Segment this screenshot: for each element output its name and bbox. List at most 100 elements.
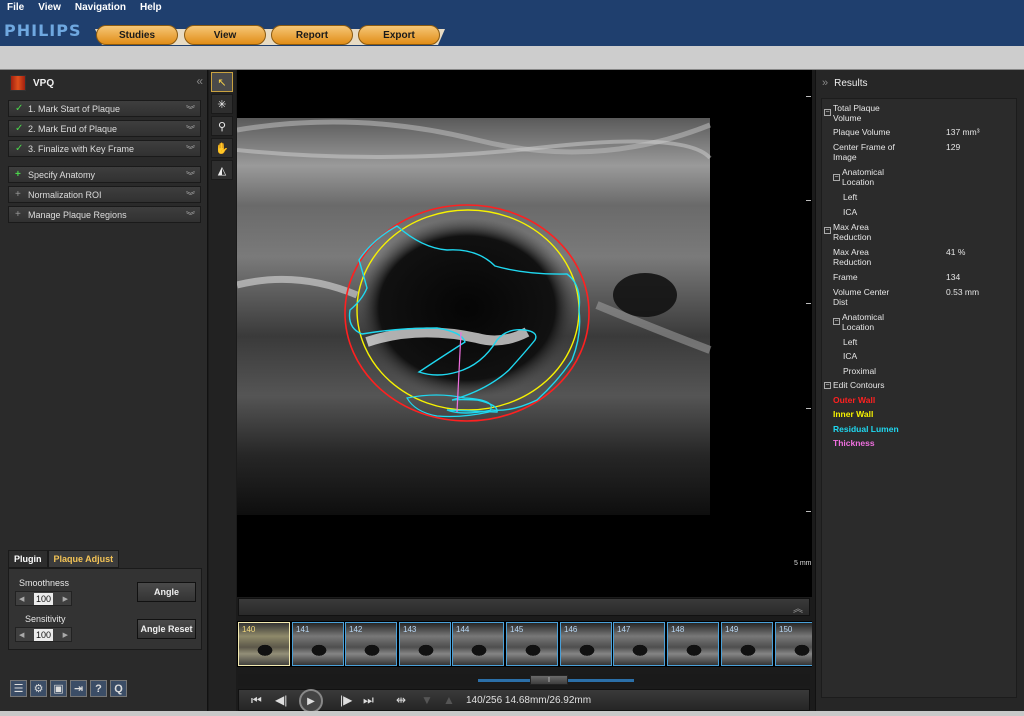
play-button[interactable]: ▶ <box>299 689 323 713</box>
q-icon[interactable]: Q <box>110 680 127 697</box>
exit-icon[interactable]: ⇥ <box>70 680 87 697</box>
plugin-panel: VPQ « ✓ 1. Mark Start of Plaque ︾ ✓ 2. M… <box>0 70 208 716</box>
film-frame-current[interactable]: 140 <box>238 622 290 666</box>
up-arrow-icon[interactable]: ▲ <box>443 693 455 707</box>
film-frame[interactable]: 148 <box>667 622 719 666</box>
first-frame-icon[interactable]: ⏮ <box>251 693 262 708</box>
max-area-value: 41 % <box>946 247 966 257</box>
vein-lumen <box>613 273 677 317</box>
film-frame[interactable]: 146 <box>560 622 612 666</box>
inner-wall-item[interactable]: Inner Wall <box>833 409 873 419</box>
residual-lumen-item[interactable]: Residual Lumen <box>833 424 899 434</box>
prev-frame-icon[interactable]: ◀| <box>275 693 287 707</box>
section-normalization-roi[interactable]: + Normalization ROI ︾ <box>8 186 201 203</box>
gear-icon[interactable]: ⚙ <box>30 680 47 697</box>
frame-number: 144 <box>456 625 470 634</box>
down-arrow-icon[interactable]: ▼ <box>421 693 433 707</box>
playback-controls: ⏮ ◀| ▶ |▶ ⏭ ⇹ ▼ ▲ 140/256 14.68mm/26.92m… <box>238 689 810 713</box>
status-strip <box>0 711 1024 716</box>
plugin-title: VPQ <box>33 77 55 89</box>
film-frame[interactable]: 150 <box>775 622 812 666</box>
step-mark-start[interactable]: ✓ 1. Mark Start of Plaque ︾ <box>8 100 201 117</box>
smoothness-stepper[interactable]: ◀ 100 ▶ <box>15 591 72 606</box>
volume-center-value: 0.53 mm <box>946 287 980 297</box>
increment-icon[interactable]: ▶ <box>63 631 68 639</box>
brand-logo: PHILIPS <box>4 21 82 40</box>
increment-icon[interactable]: ▶ <box>63 595 68 603</box>
ultrasound-image[interactable] <box>236 70 812 597</box>
anatomical-location-node[interactable]: Anatomical Location <box>842 167 902 187</box>
step-finalize[interactable]: ✓ 3. Finalize with Key Frame ︾ <box>8 140 201 157</box>
nav-studies-button[interactable]: Studies <box>96 25 178 45</box>
window-level-tool-icon[interactable]: ✳ <box>211 94 233 114</box>
max-area-reduction-node[interactable]: Max Area Reduction <box>833 222 893 242</box>
step-mark-end[interactable]: ✓ 2. Mark End of Plaque ︾ <box>8 120 201 137</box>
decrement-icon[interactable]: ◀ <box>19 595 24 603</box>
smoothness-value[interactable]: 100 <box>34 592 53 605</box>
nav-report-button[interactable]: Report <box>271 25 353 45</box>
pan-tool-icon[interactable]: ✋ <box>211 138 233 158</box>
list-icon[interactable]: ☰ <box>10 680 27 697</box>
sensitivity-stepper[interactable]: ◀ 100 ▶ <box>15 627 72 642</box>
collapse-box-icon[interactable]: − <box>824 382 831 389</box>
collapse-box-icon[interactable]: − <box>824 227 831 234</box>
expand-up-icon[interactable]: ︽ <box>793 600 803 615</box>
collapse-box-icon[interactable]: − <box>824 109 831 116</box>
scroll-thumb[interactable]: || <box>530 675 568 685</box>
filmstrip: 140 141 142 143 144 145 146 147 148 149 … <box>237 621 812 667</box>
frame-number: 142 <box>349 625 363 634</box>
tool-column: ↖ ✳ ⚲ ✋ ◭ <box>209 70 236 716</box>
plaque-adjust-panel: Smoothness ◀ 100 ▶ Sensitivity ◀ 100 ▶ A… <box>8 568 202 650</box>
last-frame-icon[interactable]: ⏭ <box>363 693 374 708</box>
frame-position-readout: 140/256 14.68mm/26.92mm <box>466 695 592 706</box>
step-label: 3. Finalize with Key Frame <box>28 143 135 154</box>
pointer-tool-icon[interactable]: ↖ <box>211 72 233 92</box>
frame-number: 148 <box>671 625 685 634</box>
check-icon: ✓ <box>15 123 24 134</box>
help-icon[interactable]: ? <box>90 680 107 697</box>
film-frame[interactable]: 141 <box>292 622 344 666</box>
step-label: 1. Mark Start of Plaque <box>28 103 121 114</box>
decrement-icon[interactable]: ◀ <box>19 631 24 639</box>
zoom-tool-icon[interactable]: ⚲ <box>211 116 233 136</box>
film-frame[interactable]: 143 <box>399 622 451 666</box>
nav-export-button[interactable]: Export <box>358 25 440 45</box>
center-frame-label: Center Frame of Image <box>833 142 895 162</box>
outer-wall-item[interactable]: Outer Wall <box>833 395 875 405</box>
film-frame[interactable]: 145 <box>506 622 558 666</box>
toolbar-band <box>0 46 1024 70</box>
film-frame[interactable]: 142 <box>345 622 397 666</box>
next-frame-icon[interactable]: |▶ <box>340 693 352 707</box>
tab-plaque-adjust[interactable]: Plaque Adjust <box>47 550 120 568</box>
menu-file[interactable]: File <box>0 2 31 13</box>
tab-plugin[interactable]: Plugin <box>8 550 48 568</box>
total-plaque-volume-node[interactable]: Total Plaque Volume <box>833 103 893 123</box>
location-artery: ICA <box>843 351 858 361</box>
film-frame[interactable]: 147 <box>613 622 665 666</box>
flip-tool-icon[interactable]: ◭ <box>211 160 233 180</box>
section-manage-plaque-regions[interactable]: + Manage Plaque Regions ︾ <box>8 206 201 223</box>
nav-view-button[interactable]: View <box>184 25 266 45</box>
location-side: Left <box>843 337 858 347</box>
loop-icon[interactable]: ⇹ <box>396 693 406 707</box>
film-frame[interactable]: 144 <box>452 622 504 666</box>
film-frame[interactable]: 149 <box>721 622 773 666</box>
collapse-box-icon[interactable]: − <box>833 318 840 325</box>
menu-view[interactable]: View <box>31 2 68 13</box>
save-icon[interactable]: ▣ <box>50 680 67 697</box>
anatomical-location-node[interactable]: Anatomical Location <box>842 312 902 332</box>
thickness-item[interactable]: Thickness <box>833 438 875 448</box>
menu-navigation[interactable]: Navigation <box>68 2 133 13</box>
angle-reset-button[interactable]: Angle Reset <box>137 619 196 639</box>
expand-right-icon[interactable]: » <box>822 77 828 89</box>
edit-contours-node[interactable]: Edit Contours <box>833 380 885 390</box>
collapse-left-icon[interactable]: « <box>196 74 203 88</box>
section-specify-anatomy[interactable]: + Specify Anatomy ︾ <box>8 166 201 183</box>
sensitivity-value[interactable]: 100 <box>34 628 53 641</box>
angle-button[interactable]: Angle <box>137 582 196 602</box>
results-header: » Results <box>820 72 1020 94</box>
menu-help[interactable]: Help <box>133 2 169 13</box>
collapse-box-icon[interactable]: − <box>833 174 840 181</box>
film-scrollbar[interactable]: || <box>238 674 810 686</box>
ultrasound-viewport[interactable] <box>236 70 812 597</box>
